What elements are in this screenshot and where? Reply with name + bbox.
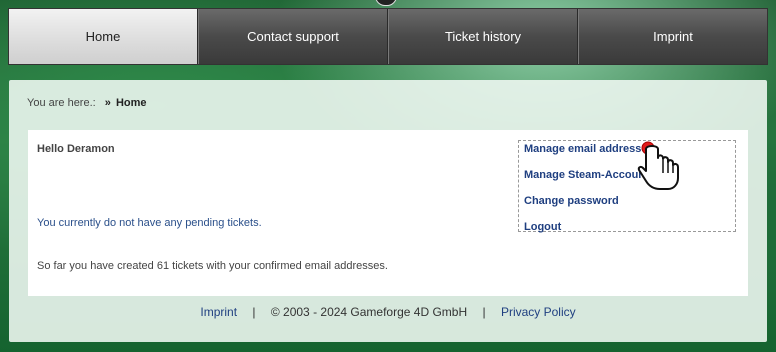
- footer: Imprint | © 2003 - 2024 Gameforge 4D Gmb…: [9, 305, 767, 319]
- created-tickets-text: So far you have created 61 tickets with …: [37, 260, 388, 272]
- account-menu: Manage email addresses Manage Steam-Acco…: [518, 140, 736, 233]
- main-navigation: Home Contact support Ticket history Impr…: [8, 8, 768, 65]
- breadcrumb: You are here.: » Home: [27, 97, 147, 109]
- content-box: Hello Deramon You currently do not have …: [28, 130, 748, 296]
- manage-email-addresses-link[interactable]: Manage email addresses: [524, 136, 730, 162]
- footer-privacy-link[interactable]: Privacy Policy: [501, 305, 576, 319]
- manage-steam-accounts-link[interactable]: Manage Steam-Accounts: [524, 162, 730, 188]
- breadcrumb-prefix: You are here.:: [27, 97, 96, 109]
- breadcrumb-separator: »: [104, 97, 111, 109]
- footer-separator: |: [252, 305, 256, 319]
- nav-item-imprint[interactable]: Imprint: [578, 9, 767, 64]
- nav-item-home[interactable]: Home: [9, 9, 198, 64]
- footer-copyright: © 2003 - 2024 Gameforge 4D GmbH: [270, 305, 468, 319]
- nav-item-contact-support[interactable]: Contact support: [198, 9, 388, 64]
- top-knob-decoration: [375, 0, 397, 6]
- footer-separator: |: [482, 305, 486, 319]
- pending-tickets-text: You currently do not have any pending ti…: [37, 217, 262, 229]
- change-password-link[interactable]: Change password: [524, 188, 730, 214]
- footer-imprint-link[interactable]: Imprint: [200, 305, 237, 319]
- breadcrumb-current: Home: [115, 97, 147, 109]
- logout-link[interactable]: Logout: [524, 214, 730, 240]
- main-panel: You are here.: » Home Hello Deramon You …: [9, 80, 767, 342]
- greeting-text: Hello Deramon: [37, 143, 115, 155]
- nav-item-ticket-history[interactable]: Ticket history: [388, 9, 578, 64]
